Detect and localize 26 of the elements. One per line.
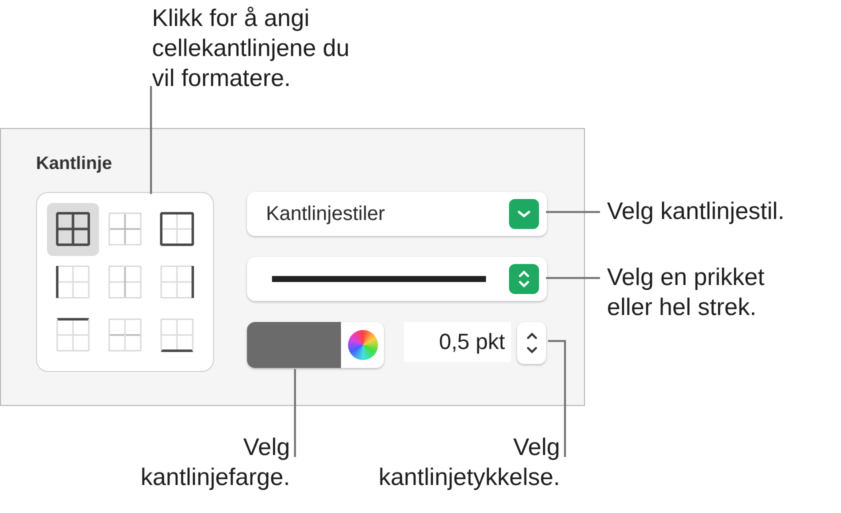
border-icon (160, 264, 194, 299)
border-icon (108, 264, 142, 299)
border-icon (108, 212, 142, 246)
thickness-field[interactable]: 0,5 pkt (404, 322, 511, 362)
border-icon (160, 212, 194, 246)
color-wheel-icon (348, 330, 378, 360)
stepper[interactable] (517, 322, 546, 364)
leader-line (546, 277, 600, 279)
leader-line (546, 211, 600, 213)
line-style-dropdown[interactable] (247, 257, 547, 301)
callout-text: Velg kantlinjetykkelse. (378, 433, 560, 493)
style-dropdown[interactable]: Kantlinjestiler (247, 192, 547, 236)
border-icon (56, 318, 90, 352)
callout-text: Klikk for å angi cellekantlinjene du vil formatere. (152, 4, 350, 94)
border-icon (56, 212, 90, 246)
callout-text: Velg kantlinjefarge. (140, 433, 290, 493)
border-button[interactable] (47, 203, 99, 256)
chevron-down-icon (509, 199, 539, 229)
callout-text: Velg kantlinjestil. (607, 197, 786, 227)
border-icon (108, 318, 142, 352)
color-well[interactable] (247, 322, 384, 368)
section-title: Kantlinje (36, 152, 114, 175)
border-icon (56, 264, 90, 299)
callout-text: Velg en prikket eller hel strek. (607, 263, 766, 323)
border-icon (160, 318, 194, 352)
stepper-chevrons-icon (509, 264, 539, 294)
